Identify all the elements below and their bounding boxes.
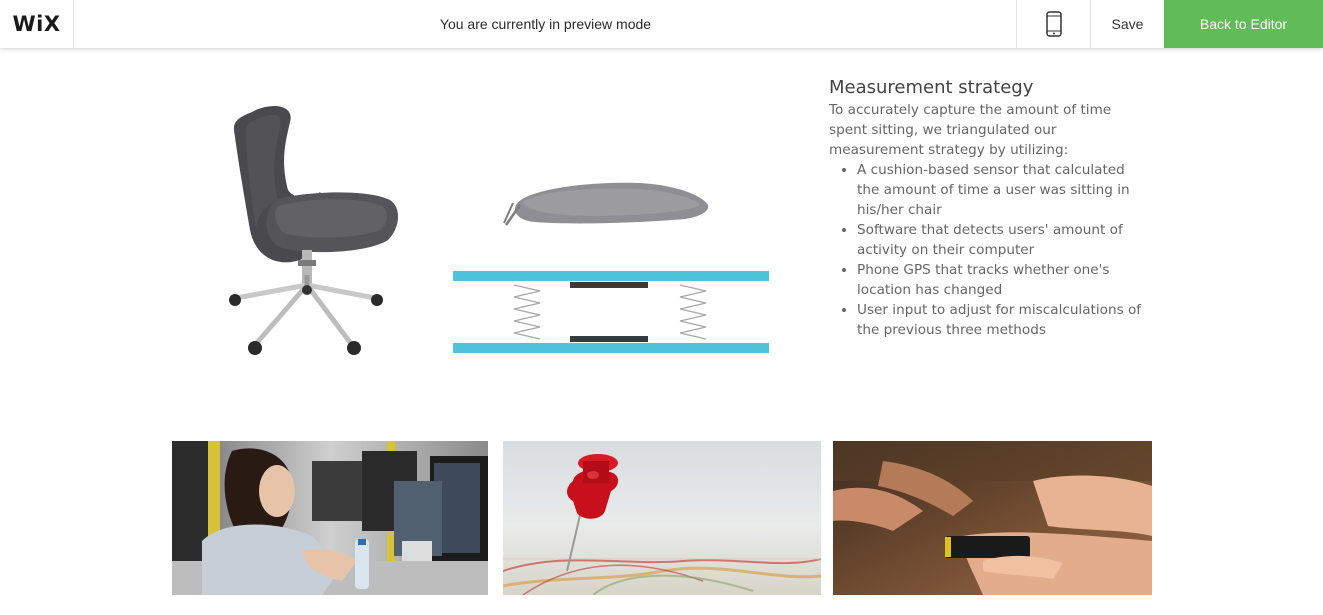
wix-logo[interactable]: WiX	[0, 0, 74, 48]
section-title: Measurement strategy	[829, 77, 1034, 98]
cushion-sensor-diagram	[453, 182, 769, 353]
back-to-editor-button[interactable]: Back to Editor	[1164, 0, 1323, 48]
strategy-list: A cushion-based sensor that calculated t…	[829, 160, 1149, 340]
office-chair-image	[229, 106, 399, 355]
list-item: Software that detects users' amount of a…	[857, 220, 1149, 260]
section-intro: To accurately capture the amount of time…	[829, 102, 1112, 158]
mobile-view-button[interactable]	[1016, 0, 1091, 48]
list-item: A cushion-based sensor that calculated t…	[857, 160, 1149, 220]
map-pushpin-photo	[503, 441, 821, 595]
list-item: User input to adjust for miscalculations…	[857, 300, 1149, 340]
save-button[interactable]: Save	[1091, 0, 1164, 48]
preview-mode-message: You are currently in preview mode	[439, 16, 652, 32]
hands-holding-phone-photo	[833, 441, 1152, 595]
mobile-phone-icon	[1045, 11, 1062, 37]
woman-at-computer-photo	[172, 441, 488, 595]
preview-toolbar: WiX You are currently in preview mode Sa…	[0, 0, 1323, 48]
measurement-strategy-section: Measurement strategy To accurately captu…	[829, 76, 1149, 340]
list-item: Phone GPS that tracks whether one's loca…	[857, 260, 1149, 300]
